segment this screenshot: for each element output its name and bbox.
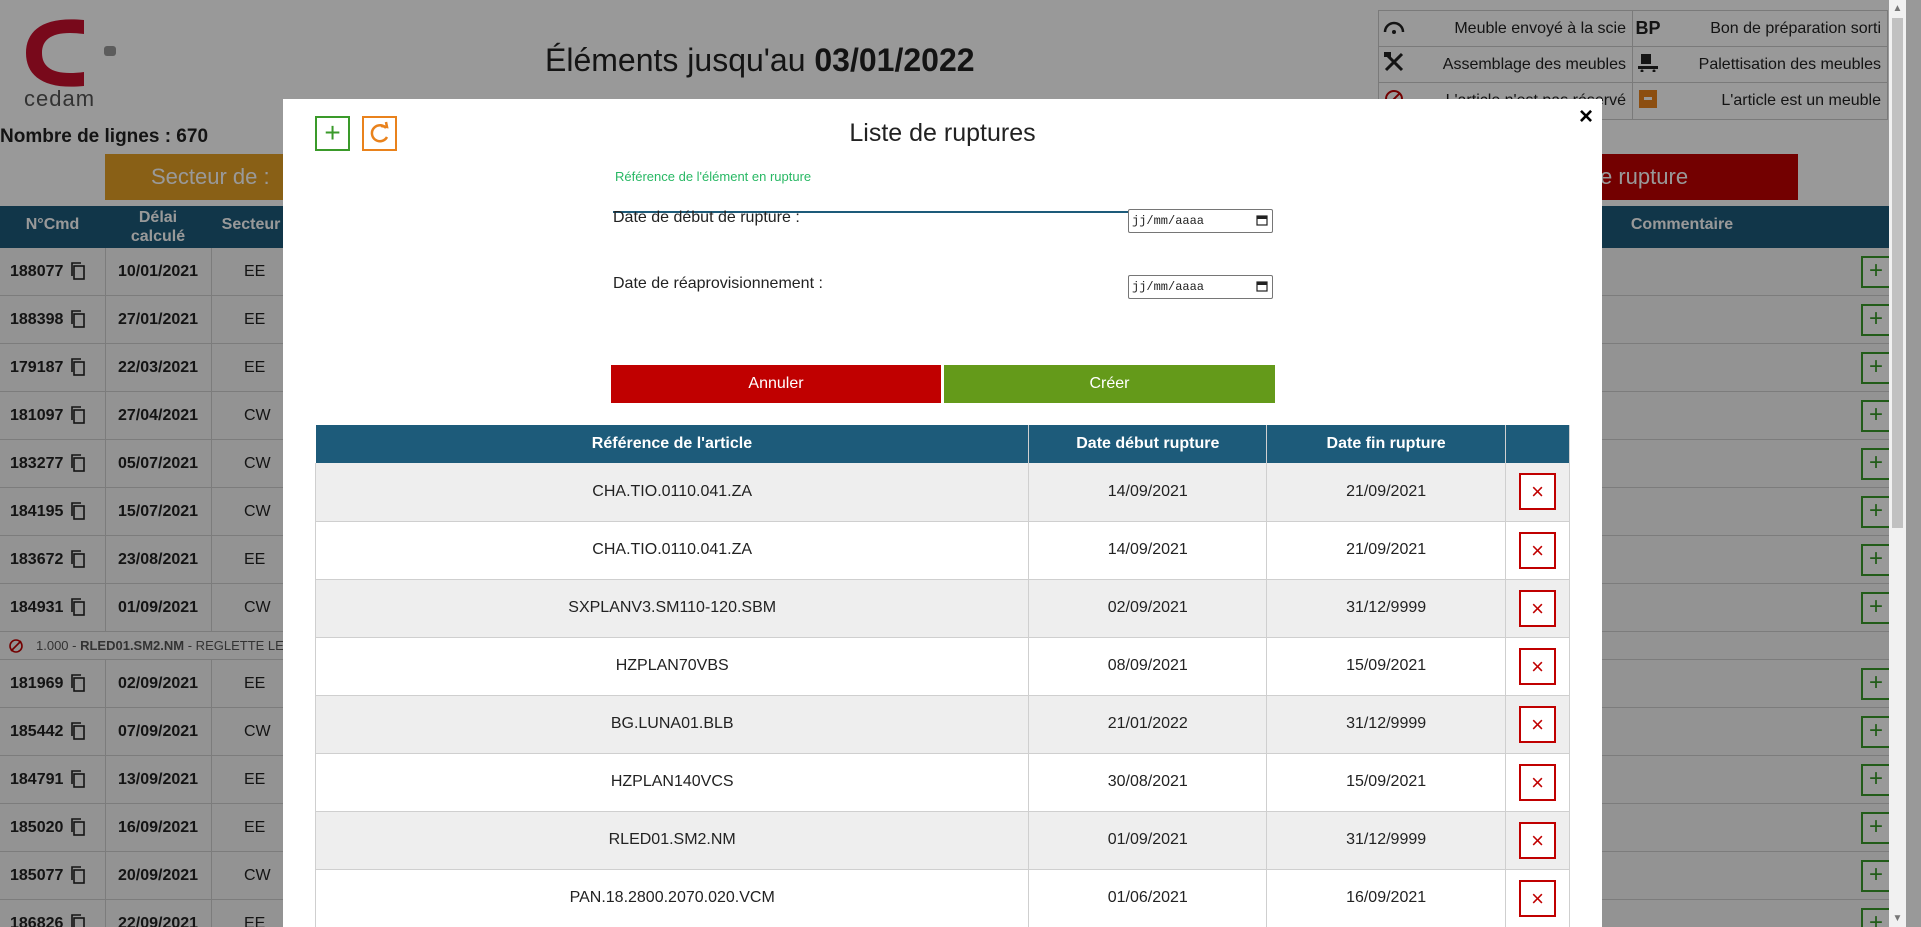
start-date: 08/09/2021 [1028, 637, 1268, 696]
scroll-down-arrow[interactable]: ▼ [1889, 910, 1906, 927]
actions-cell: × [1505, 463, 1570, 522]
start-date-placeholder: jj/mm/aaaa [1132, 214, 1205, 228]
close-icon[interactable]: × [1579, 103, 1593, 131]
actions-cell: × [1505, 869, 1570, 927]
delete-button[interactable]: × [1519, 879, 1556, 917]
delete-button[interactable]: × [1519, 705, 1556, 743]
calendar-icon[interactable] [1256, 214, 1268, 226]
header-actions [1505, 425, 1570, 463]
start-date-input[interactable]: jj/mm/aaaa [1128, 209, 1273, 233]
article-reference: CHA.TIO.0110.041.ZA [314, 463, 1030, 522]
end-date: 21/09/2021 [1266, 463, 1507, 522]
calendar-icon[interactable] [1256, 280, 1268, 292]
header-start-date: Date début rupture [1028, 425, 1268, 463]
modal-title: Liste de ruptures [849, 119, 1036, 147]
start-date: 14/09/2021 [1028, 463, 1268, 522]
table-row: CHA.TIO.0110.041.ZA 14/09/2021 21/09/2021 × [314, 521, 1570, 580]
reference-label: Référence de l'élément en rupture [615, 169, 812, 184]
actions-cell: × [1505, 753, 1570, 812]
article-reference: RLED01.SM2.NM [314, 811, 1030, 870]
table-body: CHA.TIO.0110.041.ZA 14/09/2021 21/09/2021 ×… [314, 463, 1570, 927]
article-reference: HZPLAN140VCS [314, 753, 1030, 812]
header-end-date: Date fin rupture [1266, 425, 1507, 463]
table-row: CHA.TIO.0110.041.ZA 14/09/2021 21/09/2021 × [314, 463, 1570, 522]
actions-cell: × [1505, 579, 1570, 638]
table-row: BG.LUNA01.BLB 21/01/2022 31/12/9999 × [314, 695, 1570, 754]
end-date-label: Date de réaprovisionnement : [613, 275, 823, 292]
start-date: 02/09/2021 [1028, 579, 1268, 638]
article-reference: BG.LUNA01.BLB [314, 695, 1030, 754]
delete-button[interactable]: × [1519, 473, 1556, 511]
article-reference: CHA.TIO.0110.041.ZA [314, 521, 1030, 580]
delete-button[interactable]: × [1519, 531, 1556, 569]
table-row: PAN.18.2800.2070.020.VCM 01/06/2021 16/09/… [314, 869, 1570, 927]
table-row: RLED01.SM2.NM 01/09/2021 31/12/9999 × [314, 811, 1570, 870]
cancel-button[interactable]: Annuler [611, 365, 941, 403]
scrollbar[interactable]: ▲ ▼ [1889, 0, 1906, 927]
end-date: 16/09/2021 [1266, 869, 1507, 927]
delete-button[interactable]: × [1519, 763, 1556, 801]
end-date: 31/12/9999 [1266, 695, 1507, 754]
end-date: 15/09/2021 [1266, 637, 1507, 696]
header-reference: Référence de l'article [315, 425, 1030, 463]
actions-cell: × [1505, 811, 1570, 870]
end-date: 31/12/9999 [1266, 579, 1507, 638]
create-button[interactable]: Créer [944, 365, 1275, 403]
start-date: 21/01/2022 [1028, 695, 1268, 754]
start-date: 01/06/2021 [1028, 869, 1268, 927]
actions-cell: × [1505, 695, 1570, 754]
end-date-input[interactable]: jj/mm/aaaa [1128, 275, 1273, 299]
table-row: HZPLAN70VBS 08/09/2021 15/09/2021 × [314, 637, 1570, 696]
delete-button[interactable]: × [1519, 647, 1556, 685]
table-row: SXPLANV3.SM110-120.SBM 02/09/2021 31/12/99… [314, 579, 1570, 638]
start-date: 30/08/2021 [1028, 753, 1268, 812]
actions-cell: × [1505, 521, 1570, 580]
end-date: 21/09/2021 [1266, 521, 1507, 580]
scroll-up-arrow[interactable]: ▲ [1889, 0, 1906, 17]
start-date: 01/09/2021 [1028, 811, 1268, 870]
ruptures-table: Référence de l'article Date début ruptur… [314, 425, 1570, 927]
scroll-thumb[interactable] [1892, 18, 1903, 528]
article-reference: HZPLAN70VBS [314, 637, 1030, 696]
article-reference: SXPLANV3.SM110-120.SBM [314, 579, 1030, 638]
table-header-row: Référence de l'article Date début ruptur… [315, 425, 1570, 463]
article-reference: PAN.18.2800.2070.020.VCM [314, 869, 1030, 927]
actions-cell: × [1505, 637, 1570, 696]
start-date: 14/09/2021 [1028, 521, 1268, 580]
end-date: 31/12/9999 [1266, 811, 1507, 870]
delete-button[interactable]: × [1519, 589, 1556, 627]
end-date: 15/09/2021 [1266, 753, 1507, 812]
delete-button[interactable]: × [1519, 821, 1556, 859]
start-date-label: Date de début de rupture : [613, 209, 800, 226]
ruptures-modal: + Liste de ruptures × Référence de l'élé… [283, 99, 1602, 927]
end-date-placeholder: jj/mm/aaaa [1132, 280, 1205, 294]
table-row: HZPLAN140VCS 30/08/2021 15/09/2021 × [314, 753, 1570, 812]
